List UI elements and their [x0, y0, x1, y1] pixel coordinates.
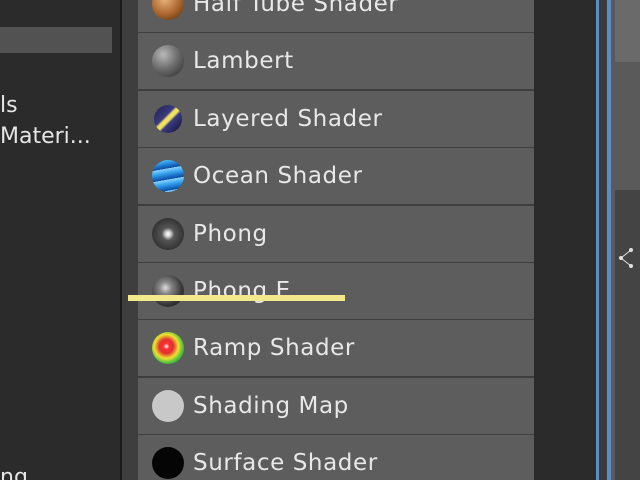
list-item-ramp-shader[interactable]: Ramp Shader	[138, 320, 534, 377]
list-item-half-tube-shader[interactable]: Half Tube Shader	[138, 0, 534, 32]
phong-icon	[152, 217, 184, 250]
lambert-icon	[152, 45, 184, 78]
list-item-surface-shader[interactable]: Surface Shader	[138, 435, 534, 480]
node-editor-canvas[interactable]	[615, 190, 640, 480]
list-item-shading-map[interactable]: Shading Map	[138, 377, 534, 434]
list-item-ocean-shader[interactable]: Ocean Shader	[138, 148, 534, 205]
node-editor-toolbar	[615, 0, 640, 62]
list-item-label: Layered Shader	[193, 105, 383, 132]
layered-shader-icon	[154, 104, 182, 133]
list-item-label: Half Tube Shader	[193, 0, 399, 17]
surface-shader-icon	[152, 447, 184, 480]
highlight-underline	[128, 295, 345, 301]
left-panel-header-bar[interactable]	[0, 27, 112, 53]
shader-list: Half Tube Shader Lambert Layered Shader …	[138, 0, 534, 480]
left-tree-item-bottom[interactable]: ng	[0, 464, 28, 480]
list-item-label: Ocean Shader	[193, 163, 363, 190]
node-editor-panel	[611, 0, 640, 480]
list-item-phong[interactable]: Phong	[138, 205, 534, 262]
left-panel: ls Materi... ng	[0, 0, 120, 480]
ocean-shader-icon	[152, 160, 184, 193]
list-item-lambert[interactable]: Lambert	[138, 33, 534, 90]
shader-list-panel: Half Tube Shader Lambert Layered Shader …	[122, 0, 534, 480]
node-graph-icon[interactable]	[617, 246, 635, 270]
left-tree-item-materials-truncated[interactable]: Materi...	[0, 123, 91, 151]
shading-map-icon	[152, 389, 184, 422]
list-item-label: Phong	[193, 220, 268, 247]
right-gutter	[534, 0, 596, 480]
phong-e-icon	[152, 274, 184, 307]
hypershade-window: ls Materi... ng Half Tube Shader Lambert…	[0, 0, 640, 480]
list-item-label: Ramp Shader	[193, 335, 355, 362]
ramp-shader-icon	[152, 332, 184, 365]
half-tube-shader-icon	[152, 0, 184, 20]
list-item-label: Shading Map	[193, 392, 349, 419]
left-tree-item-materials[interactable]: ls	[0, 92, 18, 120]
list-item-phong-e[interactable]: Phong E	[138, 262, 534, 319]
list-item-label: Surface Shader	[193, 450, 378, 477]
list-item-layered-shader[interactable]: Layered Shader	[138, 90, 534, 147]
panel-scrollbar[interactable]	[599, 0, 607, 480]
list-item-label: Lambert	[193, 48, 294, 75]
